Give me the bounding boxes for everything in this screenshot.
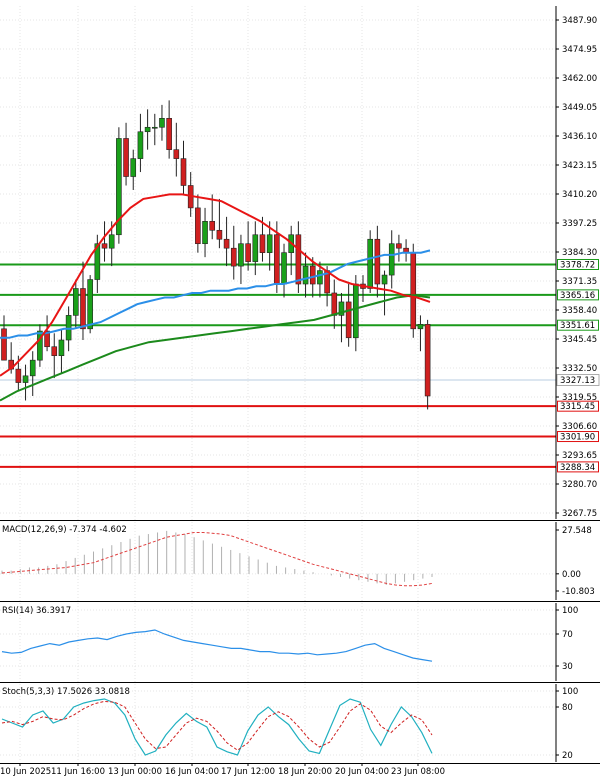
rsi-tick-label: 30 [562, 662, 573, 672]
candle-bearish [309, 265, 316, 285]
candle-bearish [15, 368, 22, 383]
candle-bullish [417, 324, 424, 330]
stochastic-label: Stoch(5,3,3) 17.5026 33.0818 [2, 687, 130, 697]
candle-bearish [274, 234, 280, 285]
price-tick-label: 3319.55 [562, 393, 597, 403]
time-tick-label: 13 Jun 00:00 [108, 767, 162, 777]
level-label: 3301.90 [560, 433, 595, 443]
time-tick-label: 16 Jun 04:00 [165, 767, 219, 777]
time-tick-label: 11 Jun 16:00 [51, 767, 105, 777]
price-tick-label: 3371.35 [562, 277, 597, 287]
candle-bearish [80, 288, 86, 330]
price-tick-label: 3345.45 [562, 335, 597, 345]
candle-bearish [410, 252, 417, 330]
candle-bearish [216, 229, 223, 240]
level-label: 3351.61 [560, 321, 595, 331]
price-tick-label: 3384.30 [562, 248, 597, 258]
stochastic-tick-label: 80 [562, 703, 573, 713]
candle-bearish [259, 234, 266, 253]
candle-bullish [388, 243, 395, 276]
candle-bullish [317, 270, 323, 285]
price-tick-label: 3358.40 [562, 306, 597, 316]
time-tick-label: 18 Jun 20:00 [278, 767, 332, 777]
candle-bullish [159, 118, 165, 128]
candle-bullish [87, 279, 93, 330]
candle-bearish [123, 138, 129, 177]
candle-bullish [22, 375, 29, 383]
candle-bearish [209, 221, 216, 231]
level-label: 3315.45 [560, 402, 595, 412]
candle-bullish [73, 288, 79, 316]
candle-bullish [137, 131, 144, 159]
candle-bullish [202, 221, 208, 245]
price-tick-label: 3397.25 [562, 219, 597, 229]
candle-bullish [238, 243, 244, 267]
candle-bullish [381, 274, 388, 285]
rsi-tick-label: 100 [562, 606, 578, 616]
candle-bearish [331, 292, 338, 316]
current-price-label: 3327.13 [560, 376, 595, 386]
price-tick-label: 3487.90 [562, 16, 597, 26]
candle-bearish [245, 243, 251, 262]
candle-bearish [230, 247, 237, 267]
candle-bearish [345, 301, 352, 339]
macd-tick-label: -10.803 [562, 587, 595, 597]
candle-bullish [151, 126, 158, 129]
candle-bearish [173, 149, 180, 159]
price-tick-label: 3293.65 [562, 451, 597, 461]
candle-bearish [166, 118, 172, 150]
candle-bearish [51, 346, 58, 356]
time-tick-label: 23 Jun 08:00 [391, 767, 445, 777]
macd-tick-label: 0.00 [562, 570, 581, 580]
time-tick-label: 20 Jun 04:00 [335, 767, 389, 777]
price-tick-label: 3449.05 [562, 103, 597, 113]
price-tick-label: 3306.60 [562, 422, 597, 432]
stochastic-tick-label: 20 [562, 751, 573, 761]
macd-tick-label: 27.548 [562, 526, 592, 536]
candle-bullish [252, 234, 259, 262]
candle-bullish [266, 234, 273, 253]
price-tick-label: 3267.75 [562, 509, 597, 519]
candle-bearish [374, 238, 381, 285]
price-tick-label: 3474.95 [562, 45, 597, 55]
level-label: 3365.16 [560, 291, 595, 301]
price-tick-label: 3332.50 [562, 364, 597, 374]
price-tick-label: 3423.15 [562, 161, 597, 171]
candle-bearish [195, 207, 201, 245]
stochastic-tick-label: 100 [562, 687, 578, 697]
candle-bullish [65, 315, 72, 341]
price-tick-label: 3410.20 [562, 190, 597, 200]
time-tick-label: 17 Jun 12:00 [221, 767, 275, 777]
candle-bullish [29, 359, 36, 377]
candle-bearish [295, 234, 302, 285]
candle-bearish [101, 243, 108, 249]
candle-bearish [396, 243, 402, 249]
candle-bullish [58, 339, 65, 356]
trading-chart[interactable]: 3378.72 3365.16 3351.61 3315.45 3301.90 3288.… [0, 0, 600, 780]
price-tick-label: 3436.10 [562, 132, 597, 142]
macd-label: MACD(12,26,9) -7.374 -4.602 [2, 525, 127, 535]
candle-bullish [281, 252, 287, 285]
candle-bearish [1, 328, 7, 361]
rsi-tick-label: 70 [562, 630, 573, 640]
candle-bullish [108, 234, 115, 249]
candle-bullish [367, 238, 373, 289]
candle-bullish [353, 283, 359, 339]
candle-bearish [424, 324, 431, 397]
level-label: 3378.72 [560, 260, 595, 270]
candle-bearish [223, 238, 230, 249]
level-label: 3288.34 [560, 463, 595, 473]
chart-background [0, 0, 600, 780]
price-tick-label: 3462.00 [562, 74, 597, 84]
price-tick-label: 3280.70 [562, 480, 597, 490]
candle-bullish [144, 126, 151, 133]
candle-bullish [302, 265, 309, 285]
time-tick-label: 10 Jun 2025 [0, 767, 51, 777]
candle-bullish [130, 158, 137, 177]
rsi-label: RSI(14) 36.3917 [2, 606, 71, 616]
candle-bearish [180, 158, 187, 186]
